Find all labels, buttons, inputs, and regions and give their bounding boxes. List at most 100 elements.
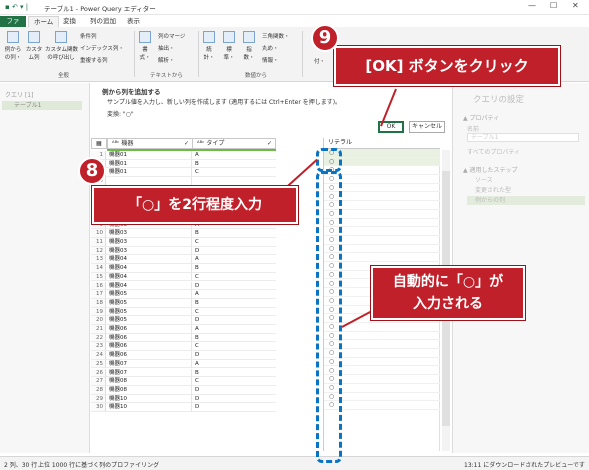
cell-type[interactable]: B bbox=[192, 369, 276, 378]
cell-type[interactable]: C bbox=[192, 168, 276, 178]
rounding-button[interactable]: 丸め・ bbox=[262, 44, 279, 52]
name-input[interactable]: テーブル1 bbox=[467, 133, 579, 142]
trigonometry-button[interactable]: 三角関数・ bbox=[262, 32, 290, 40]
cell-device[interactable]: 機器01 bbox=[106, 159, 192, 169]
properties-section[interactable]: ▲ プロパティ bbox=[463, 113, 499, 122]
cell-device[interactable]: 機器06 bbox=[106, 351, 192, 360]
parse-button[interactable]: 解析・ bbox=[158, 56, 175, 64]
column-header-device[interactable]: ᴬᴮᶜ 機器 ✓ bbox=[107, 138, 193, 149]
table-corner-icon[interactable]: ▦ bbox=[91, 138, 107, 149]
cell-device[interactable]: 機器05 bbox=[106, 316, 192, 325]
table-row[interactable]: 19 機器05 C bbox=[91, 307, 286, 317]
cell-device[interactable]: 機器03 bbox=[106, 238, 192, 247]
filter-icon[interactable]: ✓ bbox=[184, 139, 189, 148]
cancel-button[interactable]: キャンセル bbox=[409, 121, 445, 133]
invoke-custom-function-button[interactable]: カスタム関数 の呼び出し bbox=[45, 31, 78, 61]
tab-add-column[interactable]: 列の追加 bbox=[85, 16, 121, 27]
cell-type[interactable]: A bbox=[192, 151, 276, 160]
cell-device[interactable]: 機器04 bbox=[106, 272, 192, 282]
cell-type[interactable]: B bbox=[192, 334, 276, 343]
table-row[interactable]: 20 機器05 D bbox=[91, 316, 286, 325]
table-row[interactable]: 27 機器08 C bbox=[91, 377, 286, 386]
cell-device[interactable]: 機器06 bbox=[106, 325, 192, 334]
extract-button[interactable]: 抽出・ bbox=[158, 44, 175, 52]
format-button[interactable]: 書 式・ bbox=[138, 31, 152, 61]
all-properties-link[interactable]: すべてのプロパティ bbox=[467, 147, 520, 156]
table-row[interactable]: 4 bbox=[91, 177, 286, 186]
cell-device[interactable]: 機器03 bbox=[106, 246, 192, 256]
cell-type[interactable]: B bbox=[192, 229, 276, 238]
tab-transform[interactable]: 変換 bbox=[58, 16, 81, 27]
table-row[interactable]: 30 機器10 D bbox=[91, 403, 286, 412]
cell-device[interactable]: 機器06 bbox=[106, 342, 192, 352]
table-row[interactable]: 10 機器03 B bbox=[91, 229, 286, 238]
conditional-column-button[interactable]: 条件列 bbox=[80, 32, 97, 40]
cell-device[interactable]: 機器08 bbox=[106, 385, 192, 395]
cell-device[interactable]: 機器06 bbox=[106, 333, 192, 343]
cell-device[interactable]: 機器05 bbox=[106, 298, 192, 308]
cell-device[interactable]: 機器05 bbox=[106, 307, 192, 317]
table-row[interactable]: 1 機器01 A bbox=[91, 151, 286, 160]
column-header-type[interactable]: ᴬᴮᶜ タイプ ✓ bbox=[192, 138, 276, 149]
cell-device[interactable]: 機器10 bbox=[106, 403, 192, 412]
information-button[interactable]: 情報・ bbox=[262, 56, 279, 64]
cell-type[interactable]: A bbox=[192, 255, 276, 265]
merge-columns-button[interactable]: 列のマージ bbox=[158, 32, 185, 40]
cell-device[interactable]: 機器01 bbox=[106, 151, 192, 160]
step-item[interactable]: ソース bbox=[467, 176, 585, 185]
standard-button[interactable]: 標 準・ bbox=[222, 31, 236, 61]
table-row[interactable]: 25 機器07 A bbox=[91, 359, 286, 369]
cell-device[interactable]: 機器07 bbox=[106, 359, 192, 369]
cell-type[interactable]: C bbox=[192, 342, 276, 352]
cell-type[interactable]: A bbox=[192, 360, 276, 369]
cell-type[interactable]: B bbox=[192, 299, 276, 308]
index-column-button[interactable]: インデックス列・ bbox=[80, 44, 124, 52]
table-row[interactable]: 24 機器06 D bbox=[91, 351, 286, 360]
custom-column-button[interactable]: カスタ ム列 bbox=[25, 31, 43, 61]
cell-type[interactable]: A bbox=[192, 325, 276, 334]
table-row[interactable]: 16 機器04 D bbox=[91, 281, 286, 291]
column-from-examples-button[interactable]: 例から の列・ bbox=[3, 31, 23, 61]
tab-view[interactable]: 表示 bbox=[122, 16, 145, 27]
cell-device[interactable]: 機器01 bbox=[106, 168, 192, 178]
statistics-button[interactable]: 統 計・ bbox=[202, 31, 216, 61]
filter-icon[interactable]: ✓ bbox=[267, 139, 272, 148]
cell-device[interactable]: 機器10 bbox=[106, 394, 192, 404]
column-header-literal[interactable]: リテラル bbox=[324, 138, 440, 149]
applied-steps-section[interactable]: ▲ 適用したステップ bbox=[463, 165, 518, 174]
cell-type[interactable]: D bbox=[192, 351, 276, 360]
cell-type[interactable]: D bbox=[192, 282, 276, 291]
step-item-selected[interactable]: 例からの列 bbox=[467, 196, 585, 205]
cell-type[interactable]: A bbox=[192, 290, 276, 299]
table-row[interactable]: 17 機器05 A bbox=[91, 290, 286, 299]
step-item[interactable]: 変更された型 bbox=[467, 186, 585, 195]
table-row[interactable]: 21 機器06 A bbox=[91, 325, 286, 334]
cell-type[interactable]: C bbox=[192, 238, 276, 247]
table-row[interactable]: 15 機器04 C bbox=[91, 272, 286, 282]
maximize-icon[interactable]: ☐ bbox=[550, 1, 557, 10]
tab-file[interactable]: ファイル bbox=[0, 16, 26, 36]
status-profiling[interactable]: 上位 1000 行に基づく列のプロファイリング bbox=[38, 460, 159, 469]
cell-device[interactable]: 機器08 bbox=[106, 377, 192, 386]
cell-device[interactable]: 機器04 bbox=[106, 264, 192, 273]
table-row[interactable]: 14 機器04 B bbox=[91, 264, 286, 273]
table-row[interactable]: 11 機器03 C bbox=[91, 238, 286, 247]
cell-type[interactable] bbox=[192, 177, 276, 186]
cell-type[interactable]: B bbox=[192, 160, 276, 169]
cell-type[interactable]: D bbox=[192, 247, 276, 256]
cell-device[interactable]: 機器04 bbox=[106, 255, 192, 265]
table-row[interactable]: 28 機器08 D bbox=[91, 385, 286, 395]
cell-type[interactable]: C bbox=[192, 377, 276, 386]
cell-type[interactable]: C bbox=[192, 273, 276, 282]
table-row[interactable]: 2機器01B bbox=[91, 159, 286, 169]
minimize-icon[interactable]: — bbox=[528, 1, 536, 10]
cell-device[interactable]: 機器04 bbox=[106, 281, 192, 291]
scientific-button[interactable]: 指 数・ bbox=[242, 31, 256, 61]
table-row[interactable]: 3機器01C bbox=[91, 168, 286, 178]
close-icon[interactable]: ✕ bbox=[572, 1, 579, 10]
cell-type[interactable]: C bbox=[192, 308, 276, 317]
cell-type[interactable]: D bbox=[192, 395, 276, 404]
cell-device[interactable]: 機器03 bbox=[106, 229, 192, 238]
cell-device[interactable]: 機器07 bbox=[106, 368, 192, 378]
table-row[interactable]: 12 機器03 D bbox=[91, 246, 286, 256]
